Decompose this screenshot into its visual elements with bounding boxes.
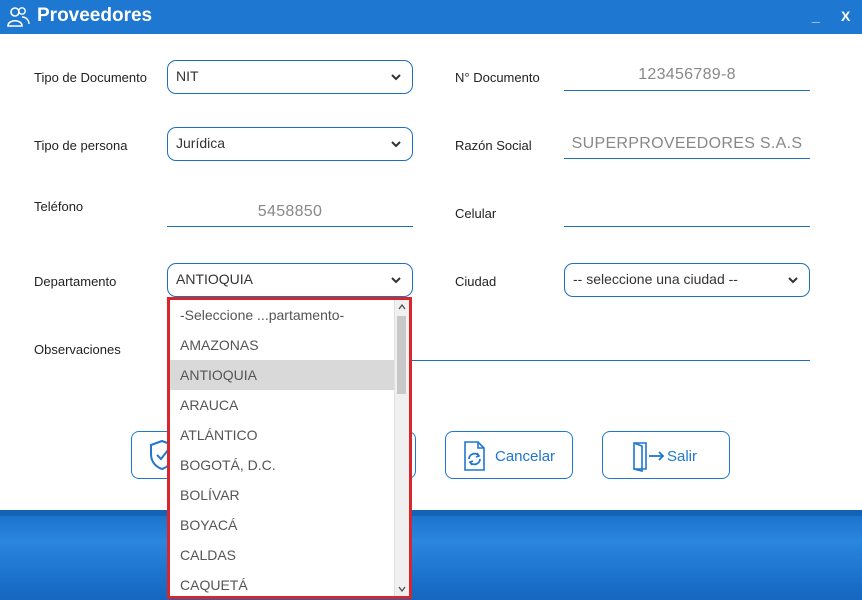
razon-social-field[interactable]: SUPERPROVEEDORES S.A.S [564, 131, 810, 159]
footer-band [0, 510, 862, 600]
razon-social-label: Razón Social [455, 138, 532, 153]
dropdown-option[interactable]: ARAUCA [170, 390, 396, 420]
scroll-up-icon[interactable] [398, 303, 406, 311]
dropdown-option[interactable]: BOLÍVAR [170, 480, 396, 510]
cancelar-label: Cancelar [495, 448, 556, 465]
departamento-label: Departamento [34, 274, 117, 289]
salir-button[interactable]: Salir [602, 431, 730, 479]
dropdown-scrollbar[interactable] [394, 300, 409, 596]
razon-social-value: SUPERPROVEEDORES S.A.S [571, 135, 803, 152]
close-button[interactable]: X [841, 8, 850, 24]
celular-field[interactable] [564, 198, 810, 227]
dropdown-option[interactable]: BOYACÁ [170, 510, 396, 540]
dropdown-option[interactable]: CALDAS [170, 540, 396, 570]
dropdown-option[interactable]: AMAZONAS [170, 330, 396, 360]
dropdown-option[interactable]: ATLÁNTICO [170, 420, 396, 450]
tipo-persona-value: Jurídica [176, 135, 226, 151]
scrollbar-thumb[interactable] [397, 316, 406, 394]
dropdown-option[interactable]: BOGOTÁ, D.C. [170, 450, 396, 480]
departamento-options: -Seleccione ...partamento- AMAZONAS ANTI… [170, 300, 396, 596]
telefono-field[interactable]: 5458850 [167, 198, 413, 227]
chevron-down-icon [391, 277, 401, 284]
ciudad-select[interactable]: -- seleccione una ciudad -- [564, 263, 810, 297]
telefono-label: Teléfono [34, 199, 84, 214]
users-icon [7, 7, 30, 27]
dropdown-option[interactable]: CAQUETÁ [170, 570, 396, 596]
tipo-documento-select[interactable]: NIT [167, 60, 413, 94]
telefono-value: 5458850 [257, 203, 323, 220]
minimize-button[interactable]: _ [812, 8, 820, 24]
title-bar: Proveedores _ X [0, 0, 862, 34]
tipo-documento-value: NIT [176, 68, 199, 84]
chevron-down-icon [391, 141, 401, 148]
numero-documento-field[interactable]: 123456789-8 [564, 62, 810, 91]
cancelar-button[interactable]: Cancelar [445, 431, 573, 479]
tipo-documento-label: Tipo de Documento [34, 70, 147, 85]
departamento-value: ANTIOQUIA [176, 271, 254, 287]
celular-label: Celular [455, 206, 497, 221]
chevron-down-icon [391, 74, 401, 81]
window-title: Proveedores [37, 5, 153, 26]
numero-documento-label: N° Documento [455, 70, 540, 85]
dropdown-option[interactable]: -Seleccione ...partamento- [170, 300, 396, 330]
salir-label: Salir [667, 448, 698, 465]
departamento-dropdown-list[interactable]: -Seleccione ...partamento- AMAZONAS ANTI… [167, 297, 412, 599]
scroll-down-icon[interactable] [398, 585, 406, 593]
departamento-select[interactable]: ANTIOQUIA [167, 263, 413, 297]
tipo-persona-label: Tipo de persona [34, 138, 128, 153]
dropdown-option-selected[interactable]: ANTIOQUIA [170, 360, 396, 390]
ciudad-value: -- seleccione una ciudad -- [573, 271, 738, 287]
refresh-icon [464, 441, 485, 471]
ciudad-label: Ciudad [455, 274, 497, 289]
tipo-persona-select[interactable]: Jurídica [167, 127, 413, 161]
chevron-down-icon [788, 277, 798, 284]
observaciones-label: Observaciones [34, 342, 121, 357]
footer-divider [0, 510, 862, 516]
numero-documento-value: 123456789-8 [638, 66, 736, 83]
exit-door-icon [633, 442, 665, 472]
